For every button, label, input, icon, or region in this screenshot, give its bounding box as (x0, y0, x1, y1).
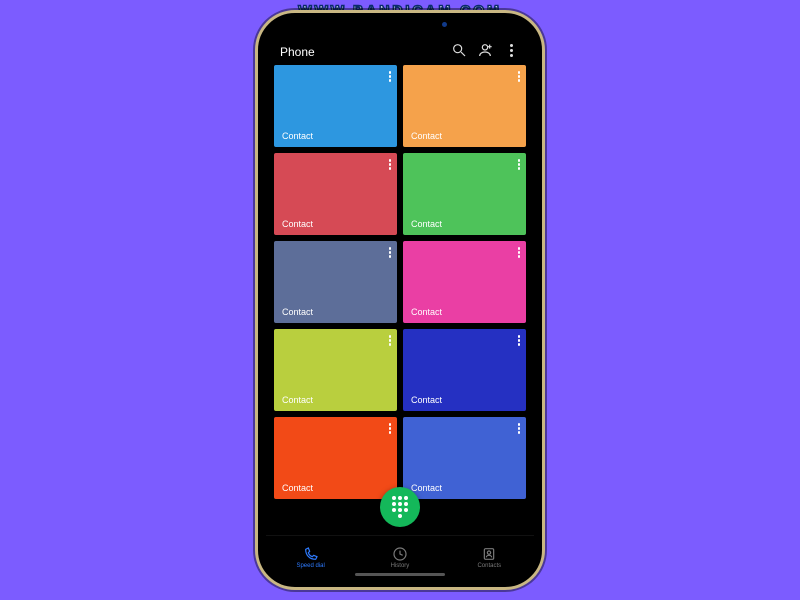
home-indicator[interactable] (355, 573, 445, 576)
phone-frame: Phone ContactContactContactContactContac… (255, 10, 545, 590)
app-title: Phone (280, 45, 442, 59)
add-contact-icon[interactable] (476, 41, 494, 59)
tile-menu-icon[interactable] (389, 159, 392, 170)
speed-dial-tile[interactable]: Contact (274, 153, 397, 235)
tile-menu-icon[interactable] (389, 423, 392, 434)
tile-label: Contact (411, 395, 442, 405)
nav-label: Contacts (477, 563, 501, 569)
speed-dial-tile[interactable]: Contact (403, 329, 526, 411)
app-screen: Phone ContactContactContactContactContac… (266, 21, 534, 579)
tile-menu-icon[interactable] (518, 71, 521, 82)
speed-dial-tile[interactable]: Contact (274, 329, 397, 411)
speed-dial-grid: Contact Contact Contact Contact Contact Conta… (266, 63, 534, 535)
nav-contacts[interactable]: Contacts (459, 546, 519, 569)
phone-icon (303, 546, 319, 562)
nav-label: Speed dial (296, 563, 324, 569)
speed-dial-tile[interactable]: Contact (403, 153, 526, 235)
contacts-icon (481, 546, 497, 562)
tile-label: Contact (411, 483, 442, 493)
tile-label: Contact (282, 307, 313, 317)
tile-label: Contact (411, 219, 442, 229)
tile-label: Contact (411, 307, 442, 317)
tile-menu-icon[interactable] (518, 423, 521, 434)
nav-label: History (391, 563, 410, 569)
speed-dial-tile[interactable]: Contact (403, 417, 526, 499)
tile-menu-icon[interactable] (518, 247, 521, 258)
tile-menu-icon[interactable] (389, 335, 392, 346)
tile-menu-icon[interactable] (389, 247, 392, 258)
tile-label: Contact (282, 219, 313, 229)
search-icon[interactable] (450, 41, 468, 59)
tile-label: Contact (411, 131, 442, 141)
dialpad-fab[interactable] (380, 487, 420, 527)
speed-dial-tile[interactable]: Contact (274, 417, 397, 499)
tile-label: Contact (282, 131, 313, 141)
tile-menu-icon[interactable] (389, 71, 392, 82)
tile-menu-icon[interactable] (518, 335, 521, 346)
speed-dial-tile[interactable]: Contact (274, 241, 397, 323)
clock-icon (392, 546, 408, 562)
speed-dial-tile[interactable]: Contact (274, 65, 397, 147)
dialpad-icon (392, 496, 408, 518)
tile-label: Contact (282, 483, 313, 493)
speed-dial-tile[interactable]: Contact (403, 65, 526, 147)
nav-history[interactable]: History (370, 546, 430, 569)
nav-speed-dial[interactable]: Speed dial (281, 546, 341, 569)
tile-menu-icon[interactable] (518, 159, 521, 170)
phone-notch (335, 13, 465, 35)
overflow-menu-icon[interactable] (502, 41, 520, 59)
tile-label: Contact (282, 395, 313, 405)
speed-dial-tile[interactable]: Contact (403, 241, 526, 323)
